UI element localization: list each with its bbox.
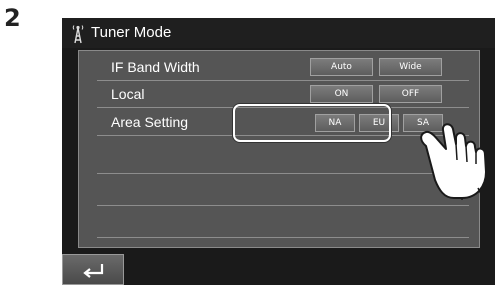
empty-row-divider [97, 205, 469, 206]
if-band-width-wide-button[interactable]: Wide [379, 58, 442, 76]
step-number: 2 [4, 4, 21, 32]
setting-row-if-band-width: IF Band Width Auto Wide [97, 54, 469, 81]
local-label: Local [111, 86, 145, 102]
screen-title: Tuner Mode [91, 24, 172, 41]
if-band-width-label: IF Band Width [111, 59, 200, 75]
local-off-button[interactable]: OFF [379, 85, 442, 103]
antenna-icon [72, 25, 84, 44]
empty-row-divider [97, 237, 469, 238]
local-on-button[interactable]: ON [310, 85, 373, 103]
title-bar: Tuner Mode [62, 18, 495, 48]
back-button[interactable] [62, 254, 124, 285]
if-band-width-auto-button[interactable]: Auto [310, 58, 373, 76]
empty-row-divider [97, 173, 469, 174]
area-setting-highlight [233, 104, 391, 142]
hand-pointer-icon [420, 123, 487, 200]
back-arrow-icon [83, 264, 104, 278]
area-setting-label: Area Setting [111, 114, 189, 130]
